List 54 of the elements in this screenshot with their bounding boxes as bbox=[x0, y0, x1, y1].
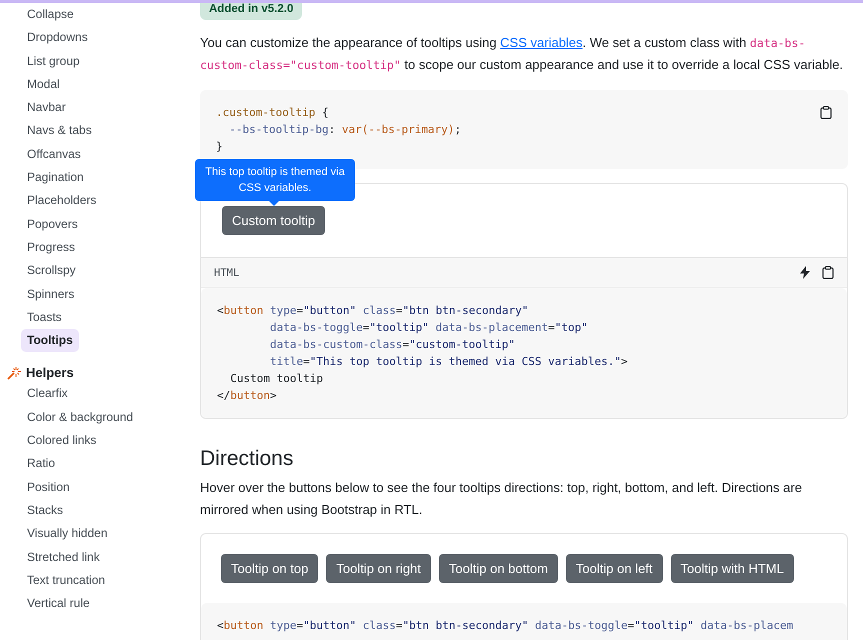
copy-icon[interactable] bbox=[822, 266, 834, 279]
custom-tooltip-button[interactable]: Custom tooltip bbox=[222, 206, 326, 235]
sidebar-item[interactable]: Navs & tabs bbox=[21, 119, 98, 143]
sidebar-item[interactable]: Vertical rule bbox=[21, 592, 96, 616]
directions-paragraph: Hover over the buttons below to see the four tooltips directions: top, right, bottom, and left. Directions are mirrored when using Bootstrap in RTL. bbox=[200, 479, 803, 519]
version-badge: Added in v5.2.0 bbox=[200, 3, 302, 20]
sidebar-item[interactable]: Pagination bbox=[21, 166, 90, 190]
code-line: <button type="button" class="btn btn-secondary" data-bs-toggle="tooltip" data-bs-placem bbox=[217, 618, 794, 634]
copy-icon[interactable] bbox=[820, 106, 832, 119]
sidebar-item[interactable]: Toasts bbox=[21, 306, 68, 330]
sidebar-item[interactable]: Position bbox=[21, 476, 76, 499]
tooltip: This top tooltip is themed via CSS variables. bbox=[195, 159, 355, 201]
sidebar-item[interactable]: Clearfix bbox=[21, 382, 74, 406]
sidebar-item[interactable]: Offcanvas bbox=[21, 142, 87, 166]
sidebar-item[interactable]: Tooltips bbox=[21, 329, 79, 352]
language-label: HTML bbox=[214, 266, 240, 278]
sidebar-item[interactable]: Progress bbox=[21, 236, 82, 260]
sidebar-item[interactable]: Text truncation bbox=[21, 568, 112, 592]
lightning-icon[interactable] bbox=[800, 266, 810, 279]
code-line: title="This top tooltip is themed via CSS variables."> bbox=[268, 354, 628, 370]
sidebar-heading: Helpers bbox=[26, 365, 74, 380]
sidebar-item[interactable]: Colored links bbox=[21, 429, 102, 452]
sidebar-item[interactable]: Modal bbox=[21, 72, 66, 96]
tooltip-button[interactable]: Tooltip on bottom bbox=[438, 554, 558, 583]
code-line: Custom tooltip bbox=[229, 371, 323, 387]
sidebar-item[interactable]: Navbar bbox=[21, 96, 72, 120]
code-line: data-bs-custom-class="custom-tooltip" bbox=[268, 337, 516, 353]
code-line: </button> bbox=[217, 388, 277, 404]
sidebar-item[interactable]: Dropdowns bbox=[21, 26, 94, 50]
sidebar-item[interactable]: Ratio bbox=[21, 452, 62, 476]
code-line: data-bs-toggle="tooltip" data-bs-placement="top" bbox=[268, 320, 588, 336]
intro-paragraph: You can customize the appearance of tooltips using CSS variables. We set a custom class with data-bs-custom-class="custom-tooltip" to scope our custom appearance and use it to override a local CSS variable. bbox=[200, 34, 844, 74]
tooltip-button[interactable]: Tooltip on left bbox=[566, 554, 663, 583]
sidebar-item[interactable]: Stacks bbox=[21, 498, 70, 522]
sidebar-item[interactable]: List group bbox=[21, 50, 86, 73]
code-line: --bs-tooltip-bg: var(--bs-primary); bbox=[228, 122, 462, 138]
section-heading: Directions bbox=[200, 447, 294, 471]
sidebar-item[interactable]: Stretched link bbox=[21, 546, 106, 569]
code-line: <button type="button" class="btn btn-secondary" bbox=[217, 303, 528, 319]
css-variables-link[interactable]: CSS variables bbox=[500, 35, 583, 50]
sidebar-item[interactable]: Popovers bbox=[21, 212, 84, 236]
code-line: } bbox=[216, 139, 223, 155]
tooltip-button[interactable]: Tooltip on top bbox=[221, 554, 318, 583]
code-line: .custom-tooltip { bbox=[216, 105, 329, 121]
sidebar-item[interactable]: Spinners bbox=[21, 282, 80, 306]
magic-wand-icon bbox=[7, 366, 21, 380]
tooltip-arrow bbox=[268, 201, 279, 206]
sidebar-item[interactable]: Visually hidden bbox=[21, 522, 114, 546]
tooltip-button[interactable]: Tooltip on right bbox=[326, 554, 431, 583]
sidebar-item[interactable]: Scrollspy bbox=[21, 259, 82, 283]
sidebar-item[interactable]: Placeholders bbox=[21, 189, 102, 213]
tooltip-button[interactable]: Tooltip with HTML bbox=[670, 554, 794, 583]
sidebar-item[interactable]: Collapse bbox=[21, 3, 80, 26]
sidebar-item[interactable]: Color & background bbox=[21, 406, 140, 430]
